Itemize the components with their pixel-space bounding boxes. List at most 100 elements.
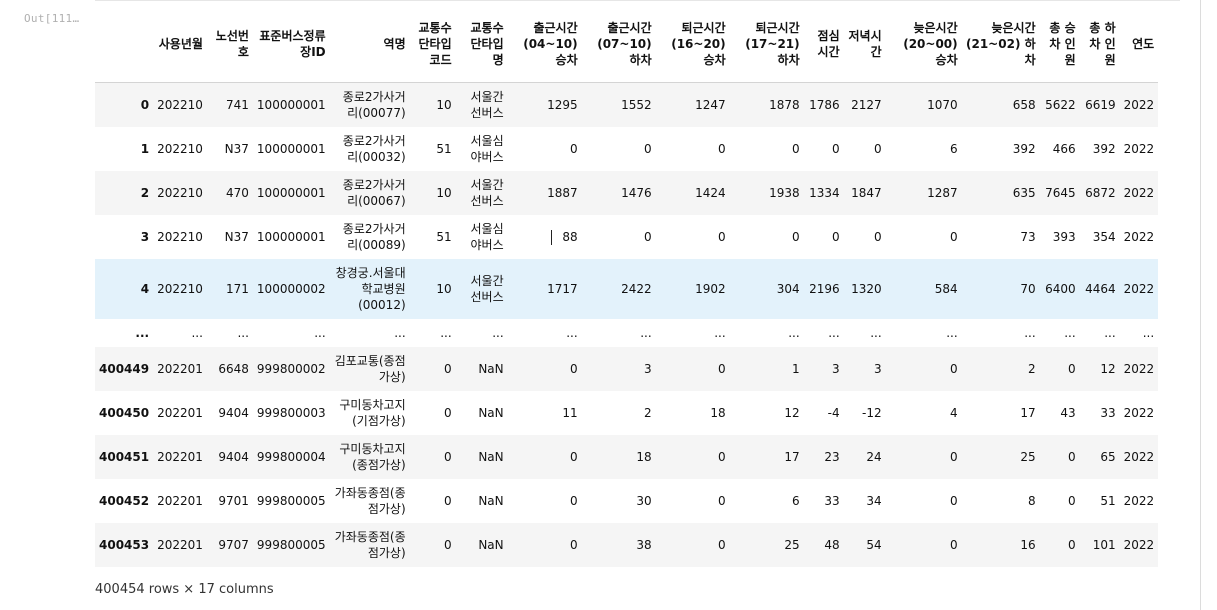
table-cell: ... (1142, 325, 1155, 340)
vertical-scrollbar-track[interactable] (1200, 0, 1201, 610)
table-cell: ... (314, 325, 326, 340)
row-index: 1 (140, 141, 150, 156)
table-cell: 999800004 (256, 449, 326, 464)
table-cell: 1247 (695, 97, 726, 112)
table-cell: ... (394, 325, 406, 340)
table-cell: 0 (832, 141, 840, 156)
table-cell: NaN (478, 493, 504, 508)
row-index: 0 (140, 97, 150, 112)
table-cell: 51 (1100, 493, 1116, 508)
table-cell: 2022 (1123, 537, 1155, 552)
table-cell: 2127 (851, 97, 882, 112)
table-cell: 17 (784, 449, 800, 464)
output-prompt: Out[111… (24, 12, 80, 25)
table-cell: 48 (824, 537, 840, 552)
table-cell: 70 (1020, 281, 1036, 296)
column-header: 교통수단타입명 (455, 6, 508, 83)
table-cell: 999800003 (256, 405, 326, 420)
row-index: 400451 (99, 449, 150, 464)
table-cell: 서울간선버스 (470, 89, 504, 120)
table-cell: ... (946, 325, 958, 340)
table-row: 400452 202201 9701 999800005 가좌동종점(종점가상) 0 NaN… (95, 479, 1158, 523)
table-cell: 0 (832, 229, 840, 244)
table-cell: 51 (436, 141, 452, 156)
column-header: 저녁시간 (843, 6, 886, 83)
table-cell: 1070 (927, 97, 958, 112)
table-cell: 11 (562, 405, 578, 420)
table-row: 2 202210 470 100000001 종로2가사거리(00067) 10 서울간선버… (95, 170, 1159, 215)
table-cell: 0 (1068, 361, 1076, 376)
table-cell: 1334 (809, 185, 840, 200)
row-index: ... (135, 325, 150, 340)
table-row: 400453 202201 9707 999800005 가좌동종점(종점가상) 0 NaN… (95, 522, 1159, 567)
table-cell: 서울간선버스 (470, 177, 504, 208)
table-row: 1 202210 N37 100000001 종로2가사거리(00032) 51 서울심야버… (95, 127, 1158, 171)
table-cell: 3 (874, 361, 882, 376)
table-cell: 0 (444, 449, 452, 464)
table-cell: 0 (950, 229, 958, 244)
table-cell: 종로2가사거리(00089) (342, 221, 406, 252)
table-cell: 1476 (621, 185, 652, 200)
table-cell: 종로2가사거리(00032) (342, 133, 406, 164)
header-row: 사용년월 노선번호 표준버스정류장ID 역명 교통수단타입코드 교통수단타입명 출근시간(0… (95, 6, 1159, 83)
table-cell: 171 (226, 281, 249, 296)
table-cell: 8 (1028, 493, 1036, 508)
table-cell: 392 (1092, 141, 1116, 156)
table-cell: ... (1064, 325, 1076, 340)
table-header: 사용년월 노선번호 표준버스정류장ID 역명 교통수단타입코드 교통수단타입명 출근시간(0… (95, 6, 1159, 83)
table-cell: 30 (636, 493, 652, 508)
table-cell: 202201 (157, 361, 203, 376)
table-cell: 5622 (1045, 97, 1076, 112)
row-index: 400449 (99, 361, 150, 376)
column-header: 출근시간(04~10) 승차 (507, 6, 582, 83)
table-cell: 999800005 (256, 493, 326, 508)
table-cell: NaN (478, 405, 504, 420)
table-cell: 가좌동종점(종점가상) (334, 485, 406, 516)
column-header: 출근시간(07~10) 하차 (581, 6, 656, 83)
table-cell: 25 (784, 537, 800, 552)
table-cell: 서울심야버스 (470, 221, 504, 252)
table-cell: 0 (1068, 449, 1076, 464)
table-cell: 2022 (1123, 361, 1155, 376)
table-cell: NaN (478, 449, 504, 464)
table-cell: -12 (862, 405, 882, 420)
table-cell: 6872 (1085, 185, 1116, 200)
table-cell: 54 (866, 537, 882, 552)
row-index: 3 (140, 229, 150, 244)
table-cell: 100000002 (256, 281, 326, 296)
table-cell: 202201 (157, 449, 203, 464)
table-cell: 33 (824, 493, 840, 508)
table-cell: 202210 (157, 229, 203, 244)
column-header: 퇴근시간(16~20) 승차 (655, 6, 730, 83)
table-cell: 1786 (809, 97, 840, 112)
table-cell: 6400 (1045, 281, 1076, 296)
table-cell: 12 (1100, 361, 1116, 376)
row-index: 400453 (99, 537, 150, 552)
table-cell: 1320 (851, 281, 882, 296)
column-header: 연도 (1119, 6, 1159, 83)
column-header: 사용년월 (153, 6, 207, 83)
table-cell: 2022 (1123, 281, 1155, 296)
table-cell: -4 (827, 405, 840, 420)
table-cell: N37 (224, 229, 249, 244)
table-row: 400450 202201 9404 999800003 구미동차고지(기점가상) 0 Na… (95, 391, 1158, 435)
table-row: 400449 202201 6648 999800002 김포교통(종점가상) 0 NaN 0… (95, 346, 1159, 391)
table-cell: 0 (718, 449, 726, 464)
table-cell: 김포교통(종점가상) (334, 353, 406, 384)
table-cell: 202201 (157, 537, 203, 552)
table-cell: ... (1024, 325, 1036, 340)
table-cell: 10 (436, 97, 452, 112)
table-cell: 0 (718, 493, 726, 508)
table-cell: 2022 (1123, 405, 1155, 420)
table-cell: 25 (1020, 449, 1036, 464)
table-cell: 4464 (1085, 281, 1116, 296)
column-header: 점심시간 (803, 6, 844, 83)
table-cell: 3 (644, 361, 652, 376)
table-cell: ... (870, 325, 882, 340)
table-cell: 0 (444, 361, 452, 376)
table-cell: ... (1104, 325, 1116, 340)
table-cell: 서울간선버스 (470, 273, 504, 304)
table-cell: 393 (1052, 229, 1076, 244)
table-cell: 100000001 (256, 229, 326, 244)
table-row: 4 202210 171 100000002 창경궁.서울대학교병원(00012) 10 서… (95, 258, 1159, 319)
